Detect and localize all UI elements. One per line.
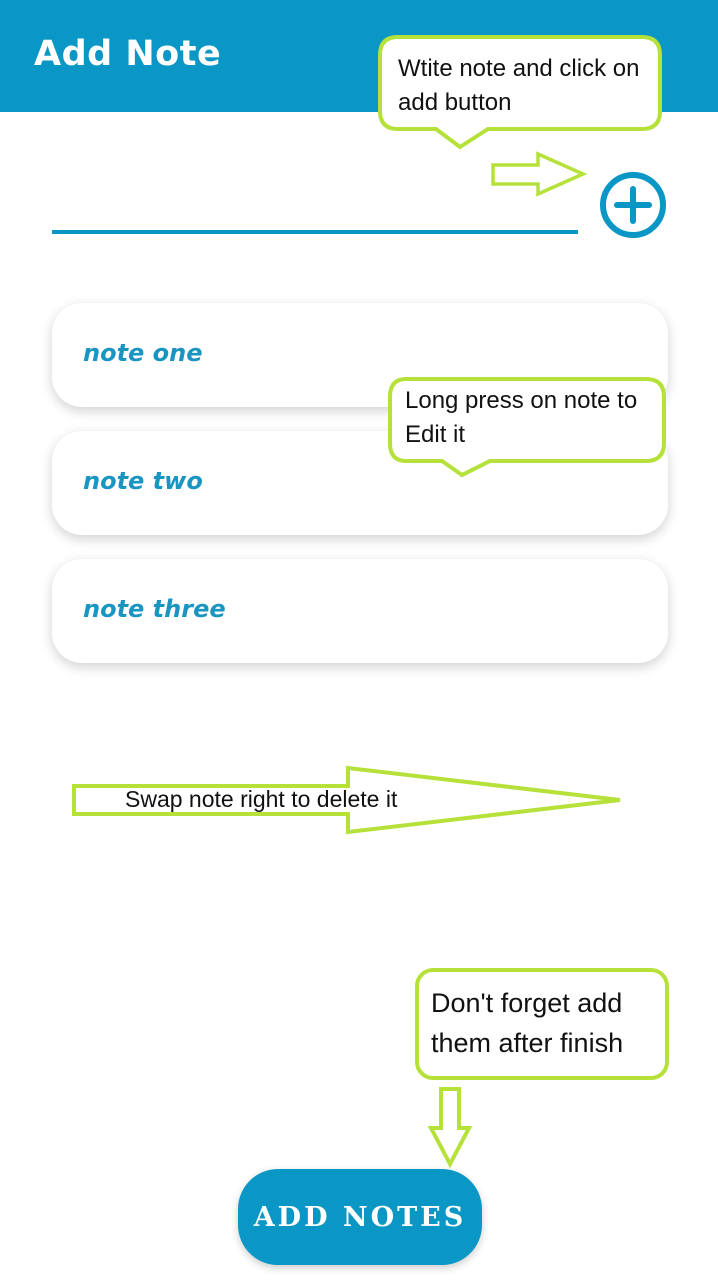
note-label: note three bbox=[83, 595, 226, 623]
add-note-button[interactable] bbox=[598, 170, 668, 240]
note-card[interactable]: note three bbox=[52, 559, 668, 663]
swipe-hint: Swap note right to delete it bbox=[125, 786, 398, 812]
note-label: note one bbox=[83, 339, 203, 367]
dont-forget-hint: Don't forget add them after finish bbox=[431, 988, 624, 1058]
plus-circle-icon bbox=[600, 172, 666, 238]
add-notes-button[interactable]: ADD NOTES bbox=[238, 1169, 482, 1265]
note-label: note two bbox=[83, 467, 203, 495]
write-note-hint: Wtite note and click on add button bbox=[398, 55, 640, 116]
page-title: Add Note bbox=[34, 34, 222, 74]
arrow-right-icon bbox=[491, 151, 588, 197]
arrow-down-icon bbox=[427, 1087, 473, 1169]
long-press-hint: Long press on note to Edit it bbox=[405, 387, 638, 448]
